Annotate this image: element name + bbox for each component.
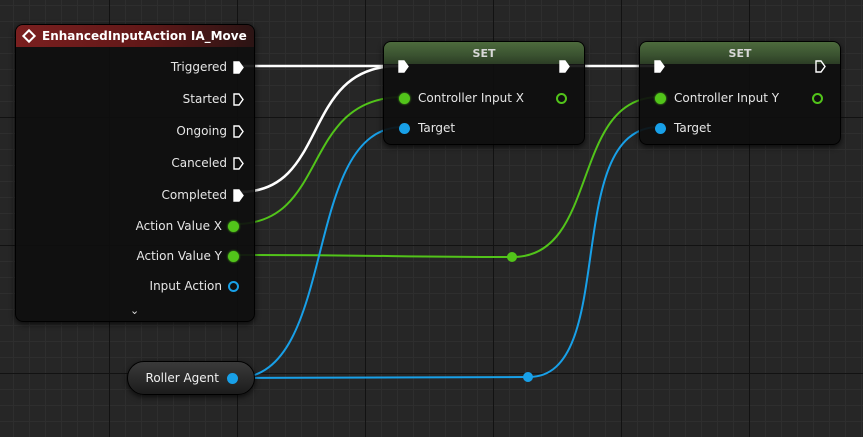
pin-row-input-action[interactable]: Input Action [150, 278, 239, 294]
obj-wire-roller-agent-to-target-x[interactable] [235, 126, 404, 379]
object-pin-target-y-icon[interactable] [655, 122, 666, 134]
exec-pin-completed-icon[interactable] [233, 188, 244, 202]
pin-label-ongoing: Ongoing [176, 124, 227, 138]
pin-label-controller-input-x: Controller Input X [418, 91, 524, 105]
reroute-knot-float[interactable] [507, 252, 517, 262]
exec-out-pin-set-x-icon[interactable] [559, 60, 570, 73]
set-node-controller-input-x[interactable]: SET Controller Input X Target [383, 41, 585, 145]
object-pin-roller-agent-icon[interactable] [227, 372, 238, 384]
pin-label-target-x: Target [418, 121, 456, 135]
pin-row-controller-input-y[interactable]: Controller Input Y [655, 90, 779, 106]
obj-wire-roller-agent-to-reroute[interactable] [235, 376, 530, 379]
set-node-x-title: SET [472, 46, 496, 60]
blueprint-graph[interactable]: EnhancedInputAction IA_Move Triggered St… [0, 0, 863, 437]
object-pin-target-x-icon[interactable] [399, 122, 410, 134]
float-wire-action-y-to-reroute[interactable] [235, 254, 514, 258]
object-pin-input-action-icon[interactable] [228, 280, 239, 292]
set-node-y-title: SET [728, 46, 752, 60]
float-out-pin-controller-input-y-icon[interactable] [812, 93, 823, 104]
exec-pin-started-icon[interactable] [233, 92, 244, 106]
chevron-down-icon[interactable]: ⌄ [130, 304, 139, 317]
event-node-title: EnhancedInputAction IA_Move [42, 29, 247, 43]
event-node-header[interactable]: EnhancedInputAction IA_Move [16, 25, 254, 47]
pin-row-ongoing[interactable]: Ongoing [176, 123, 244, 139]
pin-label-action-value-x: Action Value X [135, 219, 222, 233]
pin-label-controller-input-y: Controller Input Y [674, 91, 780, 105]
float-wire-action-x-to-controller-x[interactable] [235, 96, 404, 225]
pin-row-started[interactable]: Started [183, 91, 244, 107]
pin-row-canceled[interactable]: Canceled [171, 155, 244, 171]
reroute-knot-object[interactable] [523, 372, 533, 382]
exec-out-pin-set-y-icon[interactable] [815, 60, 826, 73]
pin-row-completed[interactable]: Completed [162, 187, 244, 203]
float-pin-controller-input-x-icon[interactable] [399, 92, 410, 104]
float-pin-controller-input-y-icon[interactable] [655, 92, 666, 104]
roller-agent-label: Roller Agent [145, 371, 219, 385]
set-node-controller-input-y[interactable]: SET Controller Input Y Target [639, 41, 841, 145]
exec-pin-ongoing-icon[interactable] [233, 124, 244, 138]
pin-row-controller-input-x[interactable]: Controller Input X [399, 90, 524, 106]
pin-row-triggered[interactable]: Triggered [171, 59, 244, 75]
set-node-x-header[interactable]: SET [384, 42, 584, 64]
pin-label-target-y: Target [674, 121, 712, 135]
float-pin-action-value-y-icon[interactable] [228, 250, 239, 262]
pin-row-action-value-y[interactable]: Action Value Y [136, 248, 239, 264]
event-node-ia-move[interactable]: EnhancedInputAction IA_Move Triggered St… [15, 24, 255, 322]
exec-pin-triggered-icon[interactable] [233, 60, 244, 74]
float-out-pin-controller-input-x-icon[interactable] [556, 93, 567, 104]
set-node-y-header[interactable]: SET [640, 42, 840, 64]
exec-in-pin-set-x-icon[interactable] [398, 60, 409, 73]
exec-wire-completed-to-set-x[interactable] [238, 64, 400, 194]
pin-label-triggered: Triggered [170, 60, 227, 74]
pin-label-canceled: Canceled [171, 156, 227, 170]
pin-row-action-value-x[interactable]: Action Value X [136, 218, 239, 234]
pin-label-started: Started [182, 92, 227, 106]
pin-label-input-action: Input Action [149, 279, 222, 293]
obj-wire-reroute-to-target-y[interactable] [528, 126, 660, 378]
float-pin-action-value-x-icon[interactable] [228, 220, 239, 232]
exec-pin-canceled-icon[interactable] [233, 156, 244, 170]
pin-label-action-value-y: Action Value Y [136, 249, 223, 263]
exec-in-pin-set-y-icon[interactable] [654, 60, 665, 73]
pin-row-target-y[interactable]: Target [655, 120, 711, 136]
roller-agent-variable-node[interactable]: Roller Agent [127, 361, 255, 395]
pin-row-target-x[interactable]: Target [399, 120, 455, 136]
event-diamond-icon [21, 28, 37, 44]
pin-label-completed: Completed [161, 188, 227, 202]
